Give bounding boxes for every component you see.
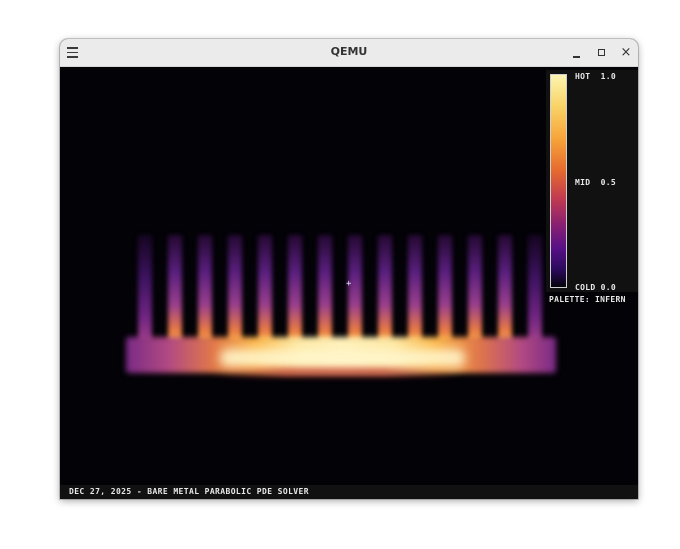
heat-fin [438, 235, 452, 343]
window-title: QEMU [330, 45, 368, 58]
qemu-window: QEMU × + HOT 1.0 MID 0.5 COLD 0.0 PALETT… [60, 39, 638, 499]
heat-fin [228, 235, 242, 343]
legend-hot-label: HOT 1.0 [575, 72, 616, 81]
heat-fin [468, 235, 482, 343]
heat-fin [498, 235, 512, 343]
heat-fin [318, 235, 332, 343]
heat-fin [348, 235, 362, 343]
minimize-icon[interactable] [570, 46, 584, 60]
maximize-icon[interactable] [595, 46, 609, 60]
heat-fin [528, 235, 542, 343]
heat-fin [138, 235, 152, 343]
heat-fin [198, 235, 212, 343]
heat-fin [168, 235, 182, 343]
heat-source-underglow [210, 367, 460, 377]
titlebar[interactable]: QEMU × [60, 39, 638, 67]
palette-label: PALETTE: INFERN [549, 295, 626, 304]
status-text: DEC 27, 2025 - BARE METAL PARABOLIC PDE … [69, 487, 309, 496]
vm-display[interactable]: + HOT 1.0 MID 0.5 COLD 0.0 PALETTE: INFE… [60, 67, 638, 499]
heat-fin [288, 235, 302, 343]
crosshair-cursor: + [346, 279, 352, 289]
close-icon[interactable]: × [619, 46, 633, 60]
legend-cold-label: COLD 0.0 [575, 283, 616, 292]
color-scale-bar [550, 74, 567, 288]
legend-mid-label: MID 0.5 [575, 178, 616, 187]
heat-source-core [220, 349, 465, 367]
heat-fin [408, 235, 422, 343]
heat-fin [258, 235, 272, 343]
status-bar: DEC 27, 2025 - BARE METAL PARABOLIC PDE … [60, 485, 638, 499]
heat-fin [378, 235, 392, 343]
